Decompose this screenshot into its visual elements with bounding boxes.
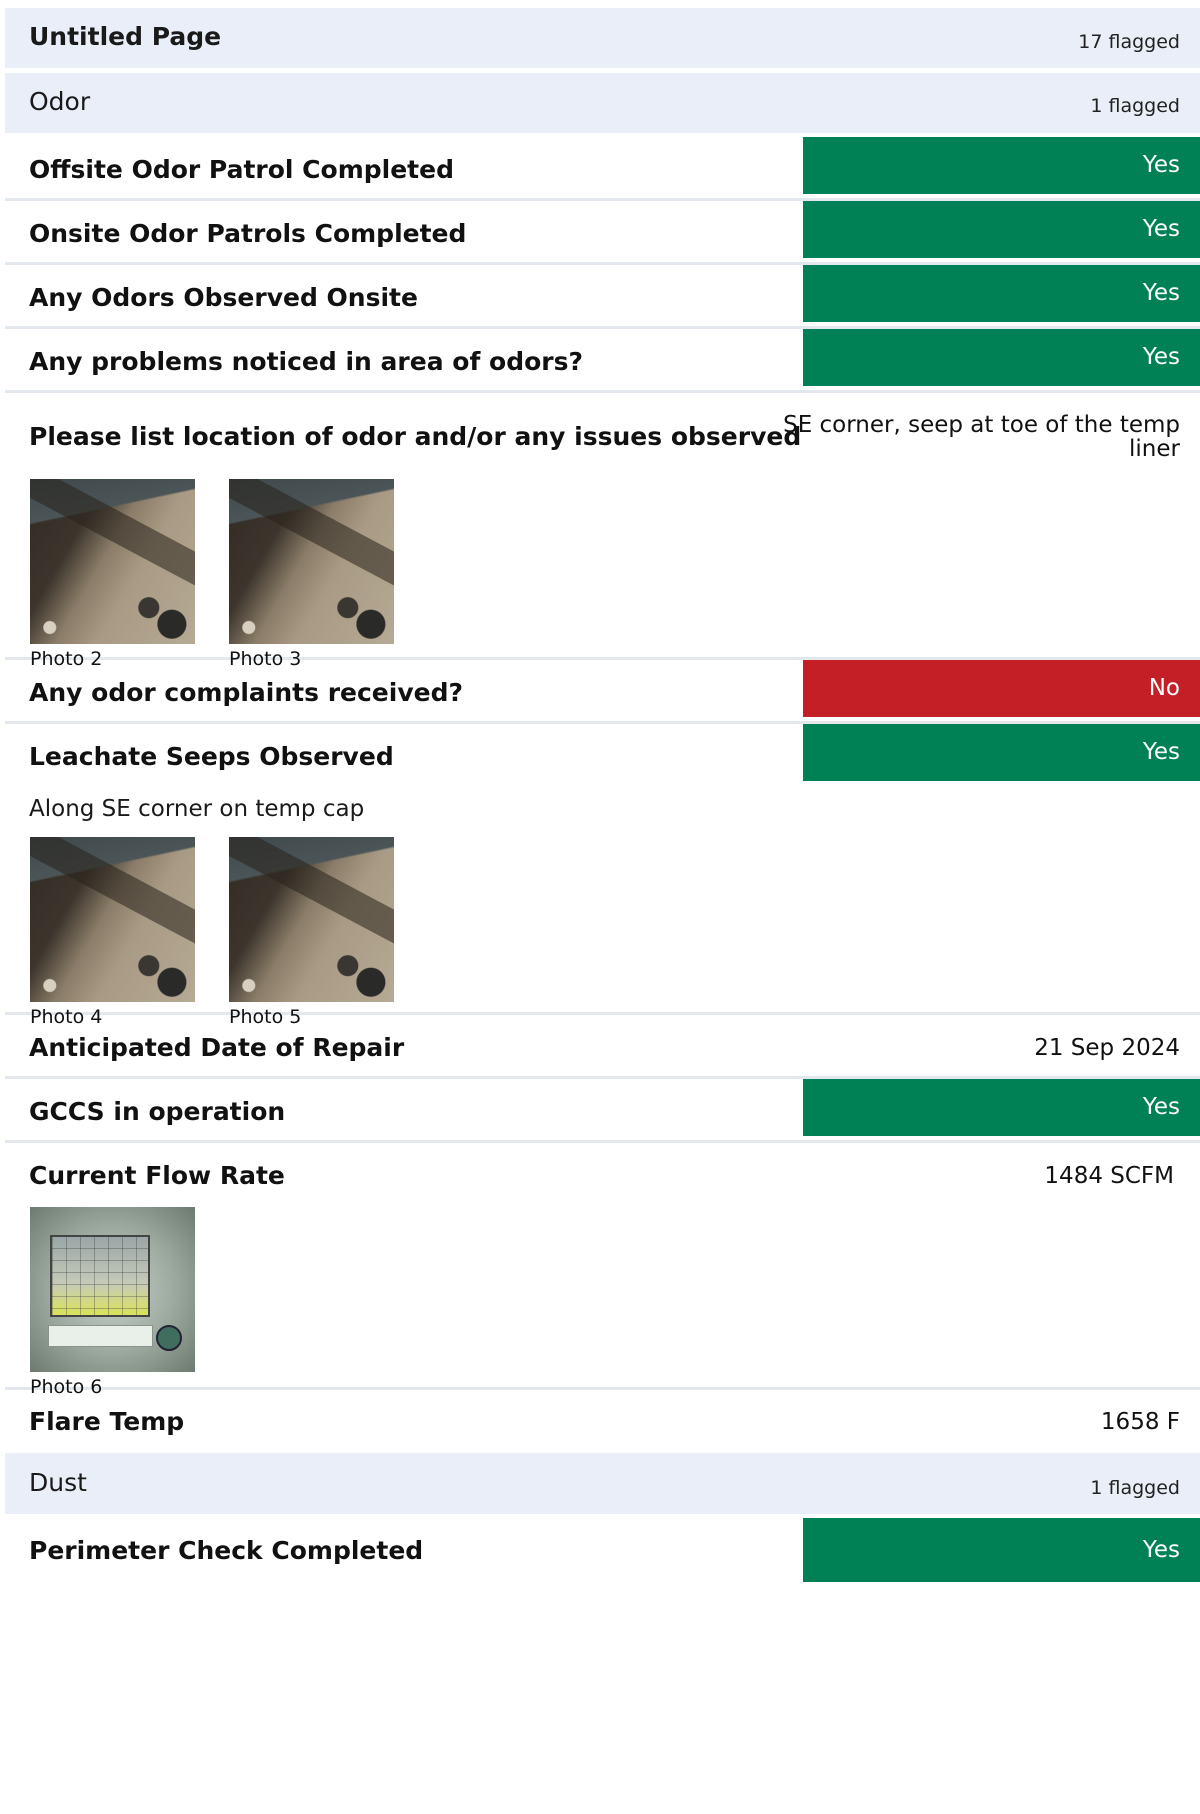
answer-badge-yes: Yes: [803, 265, 1200, 322]
photo-item[interactable]: Photo 5: [229, 837, 394, 1028]
page-flagged-count: 17 flagged: [1078, 31, 1180, 53]
photo-gallery: Photo 6: [30, 1207, 195, 1398]
photo-thumbnail[interactable]: [229, 479, 394, 644]
answer-badge-yes: Yes: [803, 1079, 1200, 1136]
meter-panel: [48, 1325, 153, 1347]
photo-gallery: Photo 2 Photo 3: [30, 479, 394, 670]
odor-section-title: Odor: [29, 87, 91, 116]
meter-knob: [156, 1325, 182, 1351]
flare-temp-value: 1658 F: [1100, 1409, 1180, 1435]
photo-item[interactable]: Photo 2: [30, 479, 195, 670]
dust-flagged-count: 1 flagged: [1090, 1477, 1180, 1499]
question-label: Perimeter Check Completed: [29, 1536, 424, 1565]
photo-thumbnail[interactable]: [30, 1207, 195, 1372]
dust-section-header: Dust 1 flagged: [5, 1453, 1200, 1514]
odor-section-header: Odor 1 flagged: [5, 73, 1200, 133]
question-label: Flare Temp: [29, 1407, 185, 1436]
odors-observed-row: Any Odors Observed Onsite Yes: [5, 265, 1200, 329]
question-label: Offsite Odor Patrol Completed: [29, 155, 454, 184]
question-label: Current Flow Rate: [29, 1161, 285, 1190]
onsite-odor-patrols-row: Onsite Odor Patrols Completed Yes: [5, 201, 1200, 265]
odor-complaints-row: Any odor complaints received? No: [5, 660, 1200, 724]
photo-gallery: Photo 4 Photo 5: [30, 837, 394, 1028]
answer-badge-no: No: [803, 660, 1200, 717]
flow-rate-row: Current Flow Rate 1484 SCFM Photo 6: [5, 1143, 1200, 1398]
odor-flagged-count: 1 flagged: [1090, 95, 1180, 117]
perimeter-check-row: Perimeter Check Completed Yes: [5, 1518, 1200, 1582]
answer-badge-yes: Yes: [803, 329, 1200, 386]
photo-item[interactable]: Photo 3: [229, 479, 394, 670]
page-title: Untitled Page: [29, 22, 222, 51]
question-label: Any problems noticed in area of odors?: [29, 347, 583, 376]
page-section-header: Untitled Page 17 flagged: [5, 8, 1200, 68]
answer-badge-yes: Yes: [803, 1518, 1200, 1582]
photo-thumbnail[interactable]: [30, 479, 195, 644]
leachate-note: Along SE corner on temp cap: [29, 796, 365, 822]
question-label: Leachate Seeps Observed: [29, 742, 394, 771]
photo-item[interactable]: Photo 6: [30, 1207, 195, 1398]
leachate-seeps-row: Leachate Seeps Observed Yes Along SE cor…: [5, 724, 1200, 1028]
question-label: Please list location of odor and/or any …: [29, 422, 802, 451]
answer-badge-yes: Yes: [803, 724, 1200, 781]
photo-thumbnail[interactable]: [30, 837, 195, 1002]
dust-section-title: Dust: [29, 1468, 87, 1497]
question-label: GCCS in operation: [29, 1097, 286, 1126]
question-label: Any Odors Observed Onsite: [29, 283, 418, 312]
photo-thumbnail[interactable]: [229, 837, 394, 1002]
answer-line: SE corner, seep at toe of the temp: [783, 412, 1180, 438]
question-label: Onsite Odor Patrols Completed: [29, 219, 467, 248]
meter-screen: [50, 1235, 150, 1317]
answer-line: liner: [1129, 436, 1180, 462]
photo-item[interactable]: Photo 4: [30, 837, 195, 1028]
answer-badge-yes: Yes: [803, 137, 1200, 194]
repair-date-row: Anticipated Date of Repair 21 Sep 2024: [5, 1015, 1200, 1079]
repair-date-value: 21 Sep 2024: [1034, 1035, 1180, 1061]
answer-badge-yes: Yes: [803, 201, 1200, 258]
problems-noticed-row: Any problems noticed in area of odors? Y…: [5, 329, 1200, 393]
inspection-report: Untitled Page 17 flagged Odor 1 flagged …: [5, 8, 1200, 1582]
flow-rate-value: 1484 SCFM: [1044, 1163, 1174, 1189]
question-label: Any odor complaints received?: [29, 678, 463, 707]
question-label: Anticipated Date of Repair: [29, 1033, 405, 1062]
offsite-odor-patrol-row: Offsite Odor Patrol Completed Yes: [5, 137, 1200, 201]
gccs-operation-row: GCCS in operation Yes: [5, 1079, 1200, 1143]
flare-temp-row: Flare Temp 1658 F: [5, 1390, 1200, 1453]
odor-location-row: Please list location of odor and/or any …: [5, 393, 1200, 670]
odor-location-answer: SE corner, seep at toe of the temp liner: [783, 413, 1180, 461]
